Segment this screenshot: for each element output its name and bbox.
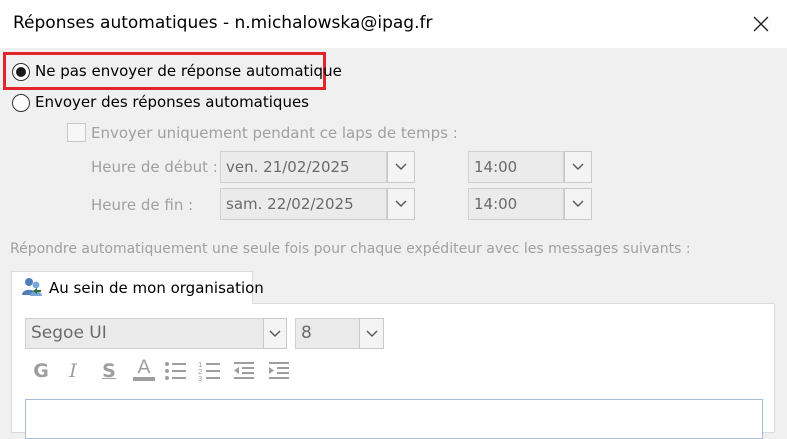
- chevron-down-icon: [572, 200, 584, 207]
- font-color-icon: A: [137, 355, 151, 378]
- decrease-indent-button[interactable]: [231, 359, 257, 383]
- increase-indent-button[interactable]: [266, 359, 292, 383]
- underline-icon: S: [102, 360, 116, 382]
- end-date-dropdown[interactable]: [387, 188, 415, 220]
- font-name-select[interactable]: Segoe UI: [25, 318, 265, 349]
- start-time-field[interactable]: 14:00: [468, 151, 564, 183]
- people-icon: [20, 276, 44, 298]
- chevron-down-icon: [366, 330, 377, 337]
- start-label: Heure de début :: [91, 158, 218, 176]
- window-title: Réponses automatiques - n.michalowska@ip…: [13, 13, 433, 33]
- italic-button[interactable]: I: [60, 359, 86, 383]
- time-range-label: Envoyer uniquement pendant ce laps de te…: [91, 124, 458, 142]
- svg-text:3: 3: [198, 375, 202, 382]
- bold-icon: G: [33, 360, 49, 382]
- bullet-list-icon: [165, 362, 186, 380]
- numbering-button[interactable]: 1 2 3: [197, 359, 223, 383]
- font-size-select[interactable]: 8: [295, 318, 361, 349]
- end-time-field[interactable]: 14:00: [468, 188, 564, 220]
- bold-button[interactable]: G: [28, 359, 54, 383]
- font-name-dropdown[interactable]: [263, 318, 287, 349]
- bullets-button[interactable]: [163, 359, 189, 383]
- chevron-down-icon: [572, 163, 584, 170]
- end-date-field[interactable]: sam. 22/02/2025: [220, 188, 387, 220]
- tab-label: Au sein de mon organisation: [49, 279, 264, 297]
- underline-button[interactable]: S: [96, 359, 122, 383]
- start-date-field[interactable]: ven. 21/02/2025: [220, 151, 387, 183]
- reply-once-label: Répondre automatiquement une seule fois …: [10, 241, 691, 257]
- close-icon: [753, 16, 769, 32]
- no-reply-label[interactable]: Ne pas envoyer de réponse automatique: [35, 62, 342, 80]
- close-button[interactable]: [740, 6, 782, 42]
- no-reply-radio[interactable]: [12, 63, 30, 81]
- time-range-checkbox[interactable]: [67, 123, 86, 142]
- send-reply-radio[interactable]: [12, 94, 30, 112]
- send-reply-label[interactable]: Envoyer des réponses automatiques: [35, 93, 309, 111]
- radio-selected-dot: [16, 67, 26, 77]
- end-time-dropdown[interactable]: [564, 188, 592, 220]
- numbered-list-icon: 1 2 3: [198, 361, 220, 382]
- chevron-down-icon: [395, 163, 407, 170]
- font-color-button[interactable]: A: [131, 357, 157, 381]
- font-size-dropdown[interactable]: [359, 318, 384, 349]
- decrease-indent-icon: [234, 362, 254, 379]
- end-label: Heure de fin :: [91, 196, 194, 214]
- message-editor[interactable]: [25, 399, 763, 439]
- start-date-dropdown[interactable]: [387, 151, 415, 183]
- start-time-dropdown[interactable]: [564, 151, 592, 183]
- font-color-bar: [133, 376, 155, 381]
- chevron-down-icon: [269, 330, 281, 337]
- increase-indent-icon: [269, 362, 289, 379]
- chevron-down-icon: [395, 200, 407, 207]
- italic-icon: I: [69, 360, 77, 382]
